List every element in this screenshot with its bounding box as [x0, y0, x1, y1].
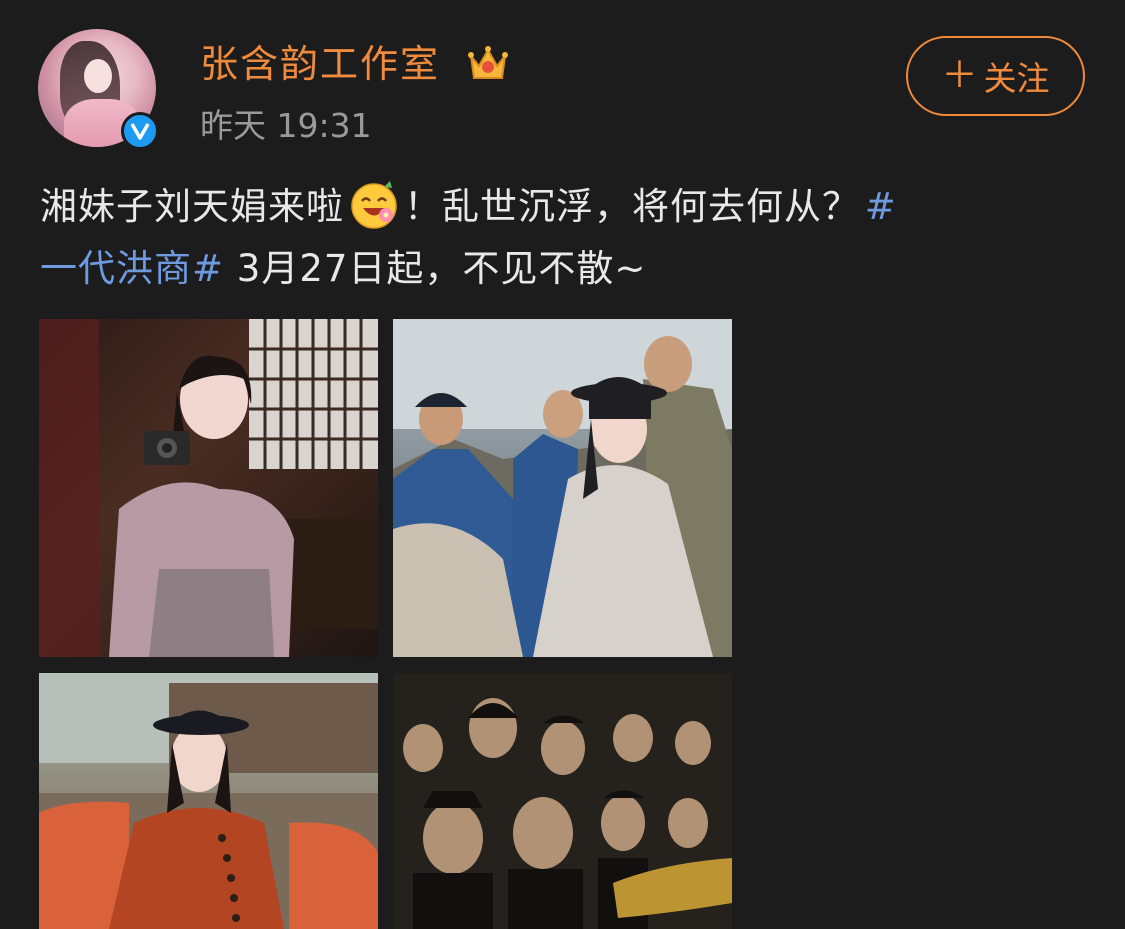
verified-badge-icon — [121, 112, 159, 150]
photo-3[interactable] — [39, 673, 378, 929]
hashtag-link[interactable]: 一代洪商# — [40, 247, 224, 290]
post-timestamp: 昨天 19:31 — [200, 106, 372, 145]
follow-label: 关注 — [983, 59, 1050, 98]
plus-icon: ＋ — [941, 55, 978, 96]
post-text: 湘妹子刘天娟来啦 ！乱世沉浮，将何去何从？ # 一代洪商# 3月27日起，不见不… — [40, 176, 1085, 300]
post-text-part3: 3月27日起，不见不散~ — [224, 247, 647, 290]
photo-1[interactable] — [39, 319, 378, 657]
follow-button[interactable]: ＋ 关注 — [906, 36, 1085, 116]
crown-icon[interactable] — [466, 42, 510, 86]
laughing-flower-emoji-icon — [348, 179, 400, 231]
photo-woman-with-camera-image — [39, 319, 378, 657]
post-text-part2: ！乱世沉浮，将何去何从？ — [404, 185, 860, 228]
photo-woman-red-coat-image — [39, 673, 378, 929]
hashtag-open[interactable]: # — [865, 185, 897, 228]
photo-4[interactable] — [393, 673, 732, 929]
photo-2[interactable] — [393, 319, 732, 657]
photo-cast-poster-image — [393, 673, 732, 929]
photo-woman-in-hat-crowd-image — [393, 319, 732, 657]
post-text-part1: 湘妹子刘天娟来啦 — [40, 185, 344, 228]
author-name[interactable]: 张含韵工作室 — [200, 40, 440, 88]
weibo-post: 张含韵工作室 昨天 19:31 ＋ 关注 湘妹子刘天娟来啦 ！乱世沉浮，将何去何… — [0, 0, 1125, 929]
